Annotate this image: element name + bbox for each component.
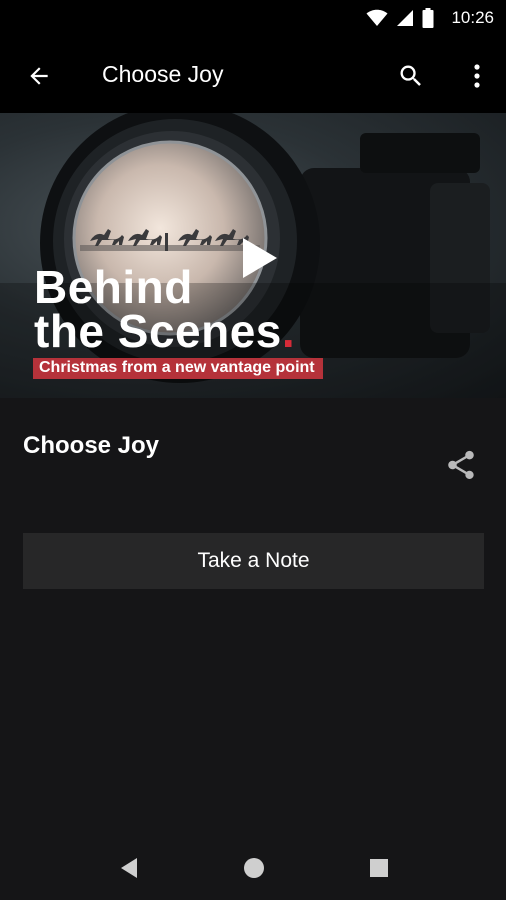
status-time: 10:26 [451, 8, 494, 27]
take-note-button[interactable]: Take a Note [23, 533, 484, 589]
more-vert-icon [474, 64, 480, 88]
hero-headline-line1: Behind [34, 261, 193, 313]
system-nav-bar [0, 840, 506, 900]
search-button[interactable] [394, 59, 428, 93]
hero-headline-line2-text: the Scenes [34, 305, 282, 357]
more-options-button[interactable] [464, 59, 490, 93]
status-icons [366, 8, 434, 28]
item-title: Choose Joy [23, 432, 160, 459]
battery-icon [422, 8, 434, 28]
back-button[interactable] [22, 59, 56, 93]
share-button[interactable] [443, 447, 479, 483]
nav-recents-icon[interactable] [368, 857, 390, 879]
hero-subline: Christmas from a new vantage point [33, 358, 323, 379]
hero-headline-line2: the Scenes. [34, 308, 295, 354]
video-thumbnail[interactable]: Behind the Scenes. Christmas from a new … [0, 113, 506, 398]
nav-home-icon[interactable] [242, 856, 266, 880]
signal-icon [397, 10, 413, 26]
arrow-back-icon [30, 67, 48, 85]
hero-headline-dot: . [281, 305, 296, 357]
app-bar: Choose Joy [0, 37, 506, 113]
wifi-icon [366, 9, 388, 26]
nav-back-icon[interactable] [117, 855, 139, 881]
share-icon [448, 450, 474, 480]
detail-section: Choose Joy Take a Note [0, 398, 506, 840]
page-title: Choose Joy [102, 61, 224, 87]
status-bar: 10:26 [0, 0, 506, 37]
search-icon [400, 65, 421, 86]
hero-headline: Behind the Scenes. [34, 261, 295, 354]
